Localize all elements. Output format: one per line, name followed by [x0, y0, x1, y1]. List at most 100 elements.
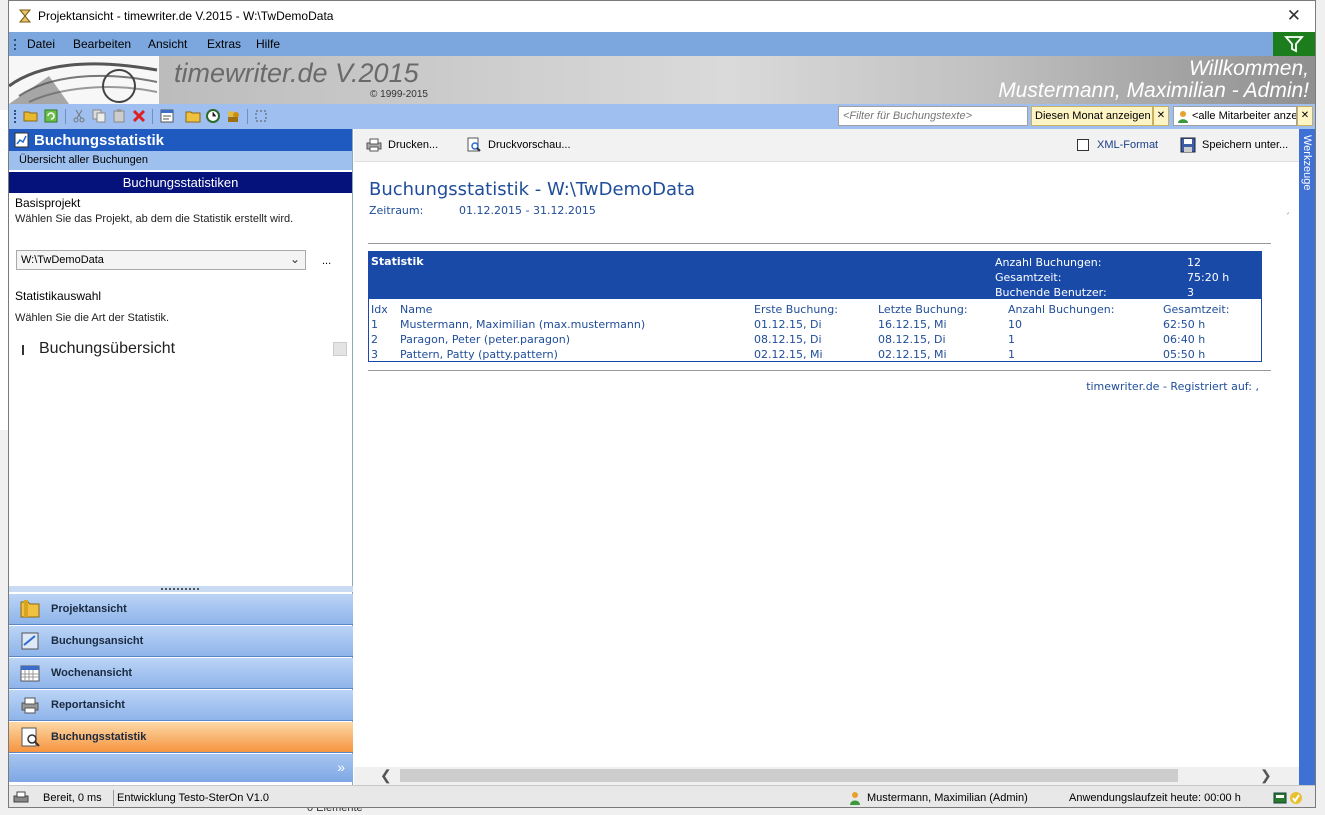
print-preview-button[interactable]: Druckvorschau...: [466, 134, 576, 156]
scroll-up-icon[interactable]: ⌃: [1284, 209, 1289, 225]
table-cell: 01.12.15, Di: [754, 318, 822, 331]
menu-hilfe[interactable]: Hilfe: [256, 37, 280, 51]
table-cell: 10: [1008, 318, 1022, 331]
nav-projektansicht[interactable]: Projektansicht: [9, 594, 353, 625]
staff-select[interactable]: <alle Mitarbeiter anze: [1173, 106, 1297, 126]
hourglass-icon: [19, 9, 31, 23]
nav-reportansicht[interactable]: Reportansicht: [9, 690, 353, 721]
panel-splitter[interactable]: [9, 586, 353, 592]
booking-text-filter-input[interactable]: [838, 106, 1028, 126]
menu-ansicht[interactable]: Ansicht: [148, 37, 187, 51]
toolbar-grip: [14, 110, 16, 123]
check-icon: [1290, 792, 1302, 804]
welcome-message: Willkommen, Mustermann, Maximilian - Adm…: [998, 58, 1309, 102]
printer-icon: [21, 697, 39, 714]
app-logo: [9, 56, 159, 104]
scrollbar-thumb[interactable]: [400, 769, 1178, 782]
summary-value: 12: [1187, 256, 1201, 269]
nav-more-icon[interactable]: »: [337, 759, 345, 775]
clock-icon[interactable]: [205, 108, 221, 124]
refresh-icon[interactable]: [43, 108, 59, 124]
filter-button[interactable]: [1273, 32, 1315, 56]
save-as-button[interactable]: Speichern unter...: [1180, 134, 1296, 156]
status-user: Mustermann, Maximilian (Admin): [867, 792, 1028, 804]
main-toolbar: Diesen Monat anzeigen ✕ <alle Mitarbeite…: [9, 104, 1315, 129]
statistic-selection-label: Statistikauswahl: [15, 289, 102, 303]
open-icon[interactable]: [23, 108, 39, 124]
nav-label: Buchungsansicht: [51, 635, 144, 647]
toolbar-separator: [65, 109, 66, 124]
status-ready: Bereit, 0 ms: [43, 792, 102, 804]
table-cell: 1: [1008, 348, 1015, 361]
title-bar: Projektansicht - timewriter.de V.2015 - …: [9, 1, 1315, 32]
summary-value: 3: [1187, 286, 1194, 299]
table-cell: 08.12.15, Di: [754, 333, 822, 346]
menu-extras[interactable]: Extras: [207, 37, 241, 51]
users-icon[interactable]: [225, 108, 241, 124]
project-select[interactable]: W:\TwDemoData ⌄: [16, 250, 306, 270]
table-cell: Pattern, Patty (patty.pattern): [400, 348, 558, 361]
statistics-icon: [21, 727, 40, 747]
table-cell: 62:50 h: [1163, 318, 1206, 331]
tools-tab-label: Werkzeuge: [1301, 135, 1313, 191]
booking-icon: [21, 632, 39, 650]
statistic-item-overview[interactable]: Buchungsübersicht: [19, 340, 349, 360]
horizontal-scrollbar[interactable]: ❮ ❯: [354, 767, 1300, 785]
clear-staff-icon[interactable]: ✕: [1297, 106, 1313, 126]
project-select-value: W:\TwDemoData: [21, 254, 104, 266]
welcome-line-2: Mustermann, Maximilian - Admin!: [998, 79, 1309, 102]
nav-footer: »: [9, 754, 353, 782]
splitter-grip: [161, 588, 199, 590]
print-button[interactable]: Drucken...: [366, 134, 446, 156]
column-header: Gesamtzeit:: [1163, 303, 1230, 316]
tools-side-tab[interactable]: Werkzeuge: [1299, 129, 1315, 785]
save-icon: [1180, 137, 1196, 153]
scroll-left-icon[interactable]: ❮: [380, 767, 392, 784]
clear-period-icon[interactable]: ✕: [1153, 106, 1169, 126]
report-document: Buchungsstatistik - W:\TwDemoData Zeitra…: [354, 161, 1289, 767]
item-options-icon[interactable]: [333, 342, 347, 356]
properties-icon[interactable]: [159, 108, 175, 124]
table-cell: Mustermann, Maximilian (max.mustermann): [400, 318, 646, 331]
folder-icon[interactable]: [185, 108, 201, 124]
panel-header: Buchungsstatistik: [9, 129, 352, 151]
menu-datei[interactable]: Datei: [27, 37, 55, 51]
copy-icon[interactable]: [91, 108, 107, 124]
folder-icon: [20, 600, 40, 618]
app-banner: timewriter.de V.2015 © 1999-2015 Willkom…: [9, 56, 1315, 104]
registration-note: timewriter.de - Registriert auf: ,: [1086, 380, 1259, 393]
nav-buchungsansicht[interactable]: Buchungsansicht: [9, 626, 353, 657]
status-divider: [113, 790, 114, 806]
delete-icon[interactable]: [131, 108, 147, 124]
window-title: Projektansicht - timewriter.de V.2015 - …: [38, 9, 334, 23]
print-preview-icon: [467, 137, 481, 152]
period-select[interactable]: Diesen Monat anzeigen: [1031, 106, 1153, 126]
column-header: Letzte Buchung:: [878, 303, 968, 316]
table-cell: 02.12.15, Mi: [754, 348, 823, 361]
nav-wochenansicht[interactable]: Wochenansicht: [9, 658, 353, 689]
scroll-right-icon[interactable]: ❯: [1260, 767, 1272, 784]
paste-icon[interactable]: [111, 108, 127, 124]
cut-icon[interactable]: [71, 108, 87, 124]
table-cell: 05:50 h: [1163, 348, 1206, 361]
project-browse-button[interactable]: ...: [322, 255, 331, 267]
xml-format-checkbox[interactable]: [1077, 139, 1089, 151]
panel-title: Buchungsstatistik: [34, 132, 165, 149]
print-label: Drucken...: [388, 139, 439, 151]
summary-label: Gesamtzeit:: [995, 271, 1062, 284]
report-toolbar: Drucken... Druckvorschau... XML-Format S…: [354, 129, 1300, 162]
close-icon[interactable]: ✕: [1287, 6, 1301, 26]
table-cell: Paragon, Peter (peter.paragon): [400, 333, 571, 346]
table-cell: 1: [371, 318, 378, 331]
printer-icon: [13, 791, 29, 803]
summary-label: Buchende Benutzer:: [995, 286, 1107, 299]
table-cell: 02.12.15, Mi: [878, 348, 947, 361]
statistic-selection-description: Wählen Sie die Art der Statistik.: [15, 312, 170, 324]
status-bar: Bereit, 0 ms Entwicklung Testo-SterOn V1…: [9, 785, 1315, 807]
select-icon[interactable]: [253, 108, 269, 124]
statistics-icon: [14, 132, 29, 148]
nav-buchungsstatistik[interactable]: Buchungsstatistik: [9, 722, 353, 753]
menu-bearbeiten[interactable]: Bearbeiten: [73, 37, 131, 51]
table-cell: 3: [371, 348, 378, 361]
period-label: Zeitraum:: [369, 204, 424, 217]
